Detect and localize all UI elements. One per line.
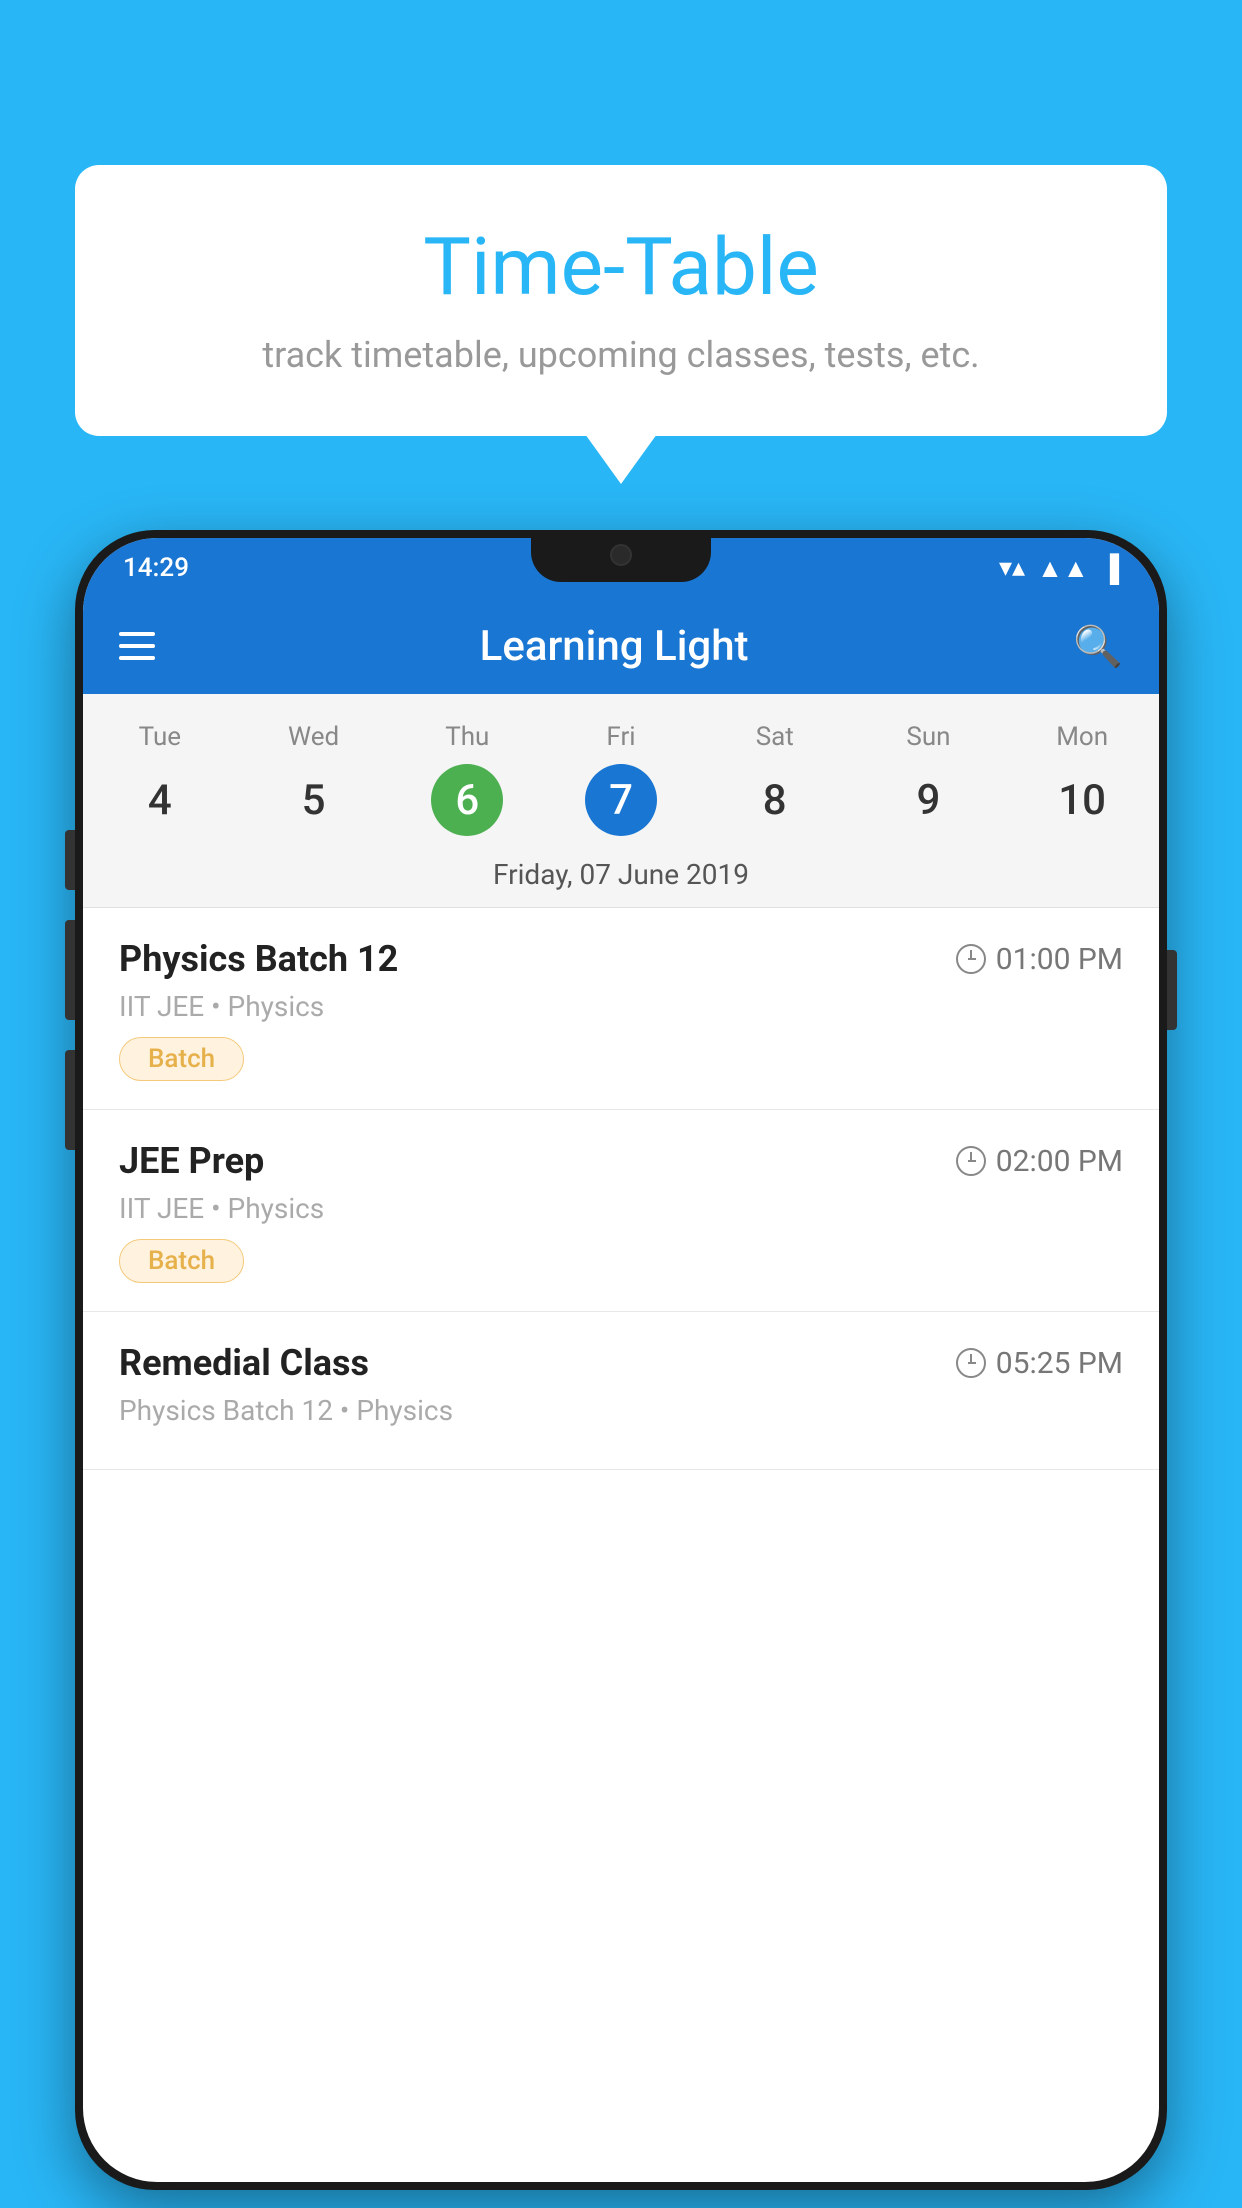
phone-screen: 14:29 ▾▴ ▲▲ ▐ Learning Light 🔍 Tue [83, 538, 1159, 2182]
day-number[interactable]: 8 [739, 764, 811, 836]
wifi-icon: ▾▴ [999, 553, 1025, 583]
day-label: Wed [288, 722, 339, 752]
time-text: 02:00 PM [996, 1144, 1123, 1179]
schedule-item-title: Remedial Class [119, 1342, 369, 1384]
day-label: Tue [139, 722, 181, 752]
day-col-tue[interactable]: Tue 4 [83, 710, 237, 848]
day-col-wed[interactable]: Wed 5 [237, 710, 391, 848]
phone-notch [531, 530, 711, 582]
selected-date-label: Friday, 07 June 2019 [83, 848, 1159, 908]
day-col-sat[interactable]: Sat 8 [698, 710, 852, 848]
day-number[interactable]: 4 [124, 764, 196, 836]
search-button[interactable]: 🔍 [1073, 623, 1123, 670]
volume-up-button [65, 830, 75, 890]
day-label: Mon [1056, 722, 1108, 752]
day-number[interactable]: 7 [585, 764, 657, 836]
status-time: 14:29 [123, 553, 189, 583]
signal-icon: ▲▲ [1037, 553, 1088, 584]
clock-icon [956, 1348, 986, 1378]
phone-outer: 14:29 ▾▴ ▲▲ ▐ Learning Light 🔍 Tue [75, 530, 1167, 2190]
time-text: 01:00 PM [996, 942, 1123, 977]
clock-icon [956, 944, 986, 974]
day-number[interactable]: 6 [431, 764, 503, 836]
silent-switch [65, 1050, 75, 1150]
day-col-thu[interactable]: Thu 6 [390, 710, 544, 848]
schedule-meta: IIT JEE • Physics [119, 990, 1123, 1023]
volume-down-button [65, 920, 75, 1020]
speech-bubble: Time-Table track timetable, upcoming cla… [75, 165, 1167, 436]
day-label: Fri [606, 722, 635, 752]
status-icons: ▾▴ ▲▲ ▐ [999, 553, 1119, 584]
schedule-item-title: JEE Prep [119, 1140, 264, 1182]
batch-tag: Batch [119, 1037, 244, 1081]
schedule-meta: IIT JEE • Physics [119, 1192, 1123, 1225]
schedule-item[interactable]: Remedial Class 05:25 PM Physics Batch 12 •… [83, 1312, 1159, 1470]
schedule-time: 02:00 PM [956, 1144, 1123, 1179]
schedule-item-title: Physics Batch 12 [119, 938, 398, 980]
batch-tag: Batch [119, 1239, 244, 1283]
bubble-subtitle: track timetable, upcoming classes, tests… [135, 334, 1107, 376]
phone-camera [610, 544, 632, 566]
schedule-meta: Physics Batch 12 • Physics [119, 1394, 1123, 1427]
app-bar-title: Learning Light [480, 622, 749, 671]
day-number[interactable]: 5 [278, 764, 350, 836]
schedule-item[interactable]: JEE Prep 02:00 PM IIT JEE • Physics Batch [83, 1110, 1159, 1312]
day-label: Sun [906, 722, 950, 752]
phone-mockup: 14:29 ▾▴ ▲▲ ▐ Learning Light 🔍 Tue [75, 530, 1167, 2208]
day-label: Thu [445, 722, 489, 752]
schedule-item-header: Physics Batch 12 01:00 PM [119, 938, 1123, 980]
schedule-item[interactable]: Physics Batch 12 01:00 PM IIT JEE • Physic… [83, 908, 1159, 1110]
time-text: 05:25 PM [996, 1346, 1123, 1381]
bubble-title: Time-Table [135, 220, 1107, 314]
app-bar: Learning Light 🔍 [83, 598, 1159, 694]
day-number[interactable]: 9 [892, 764, 964, 836]
power-button [1167, 950, 1177, 1030]
clock-icon [956, 1146, 986, 1176]
battery-icon: ▐ [1101, 553, 1119, 584]
schedule-time: 05:25 PM [956, 1346, 1123, 1381]
day-col-fri[interactable]: Fri 7 [544, 710, 698, 848]
schedule-item-header: Remedial Class 05:25 PM [119, 1342, 1123, 1384]
schedule-list: Physics Batch 12 01:00 PM IIT JEE • Physic… [83, 908, 1159, 1470]
day-label: Sat [756, 722, 794, 752]
days-row: Tue 4 Wed 5 Thu 6 Fri 7 Sat 8 Sun 9 Mon 10 [83, 694, 1159, 848]
calendar-section: Tue 4 Wed 5 Thu 6 Fri 7 Sat 8 Sun 9 Mon 10 Friday, 07… [83, 694, 1159, 908]
day-col-sun[interactable]: Sun 9 [852, 710, 1006, 848]
day-number[interactable]: 10 [1046, 764, 1118, 836]
hamburger-menu[interactable] [119, 632, 155, 660]
schedule-item-header: JEE Prep 02:00 PM [119, 1140, 1123, 1182]
schedule-time: 01:00 PM [956, 942, 1123, 977]
day-col-mon[interactable]: Mon 10 [1005, 710, 1159, 848]
